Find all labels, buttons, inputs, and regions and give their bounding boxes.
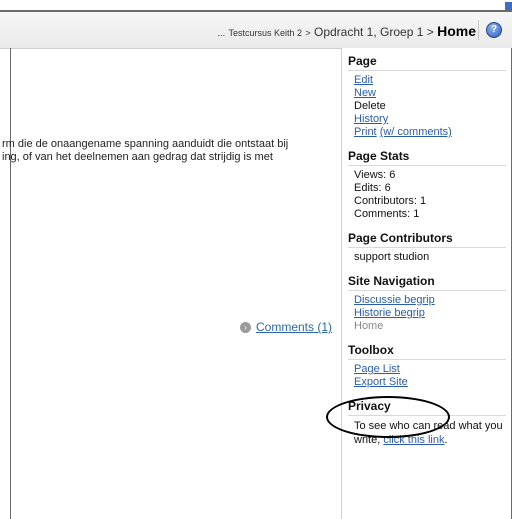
header-bar: ... Testcursus Keith 2 > Opdracht 1, Gro… [0, 12, 512, 49]
sidebar-section-page-contributors: Page Contributors support studion [348, 231, 506, 264]
section-title: Page [348, 54, 506, 71]
export-site-link[interactable]: Export Site [348, 376, 506, 389]
window-corner [505, 2, 512, 10]
help-icon[interactable]: ? [486, 22, 502, 38]
print-item: Print (w/ comments) [348, 126, 506, 139]
stat-contributors: Contributors: 1 [354, 195, 427, 207]
print-with-comments-link[interactable]: (w/ comments) [380, 126, 452, 138]
print-link[interactable]: Print [354, 126, 377, 138]
sidebar-section-page-stats: Page Stats Views: 6 Edits: 6 Contributor… [348, 149, 506, 221]
page-frame: ... Testcursus Keith 2 > Opdracht 1, Gro… [0, 0, 512, 519]
section-title: Toolbox [348, 343, 506, 360]
content-line: ing, of van het deelnemen aan gedrag dat… [2, 151, 273, 163]
page-list-link[interactable]: Page List [348, 363, 506, 376]
section-title: Page Contributors [348, 231, 506, 248]
privacy-link[interactable]: click this link [383, 434, 444, 446]
breadcrumb: ... Testcursus Keith 2 > Opdracht 1, Gro… [218, 23, 476, 39]
edit-link[interactable]: Edit [348, 74, 506, 87]
sidebar-section-privacy: Privacy To see who can read what you wri… [348, 399, 506, 447]
breadcrumb-current: Home [437, 23, 476, 39]
content-line: rm die de onaangename spanning aanduidt … [2, 138, 289, 150]
stat-edits: Edits: 6 [354, 182, 391, 194]
sidebar-section-page: Page Edit New Delete History Print (w/ c… [348, 54, 506, 139]
window-top-border [0, 0, 512, 12]
history-link[interactable]: History [348, 113, 506, 126]
delete-item[interactable]: Delete [348, 100, 506, 113]
section-title: Privacy [348, 399, 506, 416]
comments-area: › Comments (1) [240, 320, 332, 334]
print-comments-wrapper: (w/ comments) [380, 126, 452, 138]
sidebar-content: Page Edit New Delete History Print (w/ c… [348, 54, 506, 457]
breadcrumb-ellipsis: ... [217, 28, 226, 38]
chevron-right-icon: › [240, 322, 251, 334]
breadcrumb-separator: > [426, 25, 434, 39]
sidebar-section-site-navigation: Site Navigation Discussie begrip Histori… [348, 274, 506, 333]
nav-link-historie-begrip[interactable]: Historie begrip [348, 307, 506, 320]
nav-link-discussie-begrip[interactable]: Discussie begrip [348, 294, 506, 307]
page-content: rm die de onaangename spanning aanduidt … [2, 138, 337, 164]
breadcrumb-separator: > [305, 28, 311, 38]
section-title: Site Navigation [348, 274, 506, 291]
breadcrumb-course[interactable]: Testcursus Keith 2 [228, 28, 302, 38]
section-title: Page Stats [348, 149, 506, 166]
contributor-name: support studion [354, 251, 430, 263]
stat-views: Views: 6 [354, 169, 396, 181]
sidebar-section-toolbox: Toolbox Page List Export Site [348, 343, 506, 389]
stat-comments: Comments: 1 [354, 208, 420, 220]
breadcrumb-assignment[interactable]: Opdracht 1, Groep 1 [314, 25, 423, 39]
comments-link[interactable]: Comments (1) [256, 320, 332, 334]
new-link[interactable]: New [348, 87, 506, 100]
content-left-border [10, 48, 11, 519]
privacy-text: To see who can read what you write, clic… [354, 420, 503, 446]
header-divider [478, 20, 479, 40]
nav-item-home: Home [354, 320, 384, 332]
sidebar: Page Edit New Delete History Print (w/ c… [341, 48, 512, 519]
